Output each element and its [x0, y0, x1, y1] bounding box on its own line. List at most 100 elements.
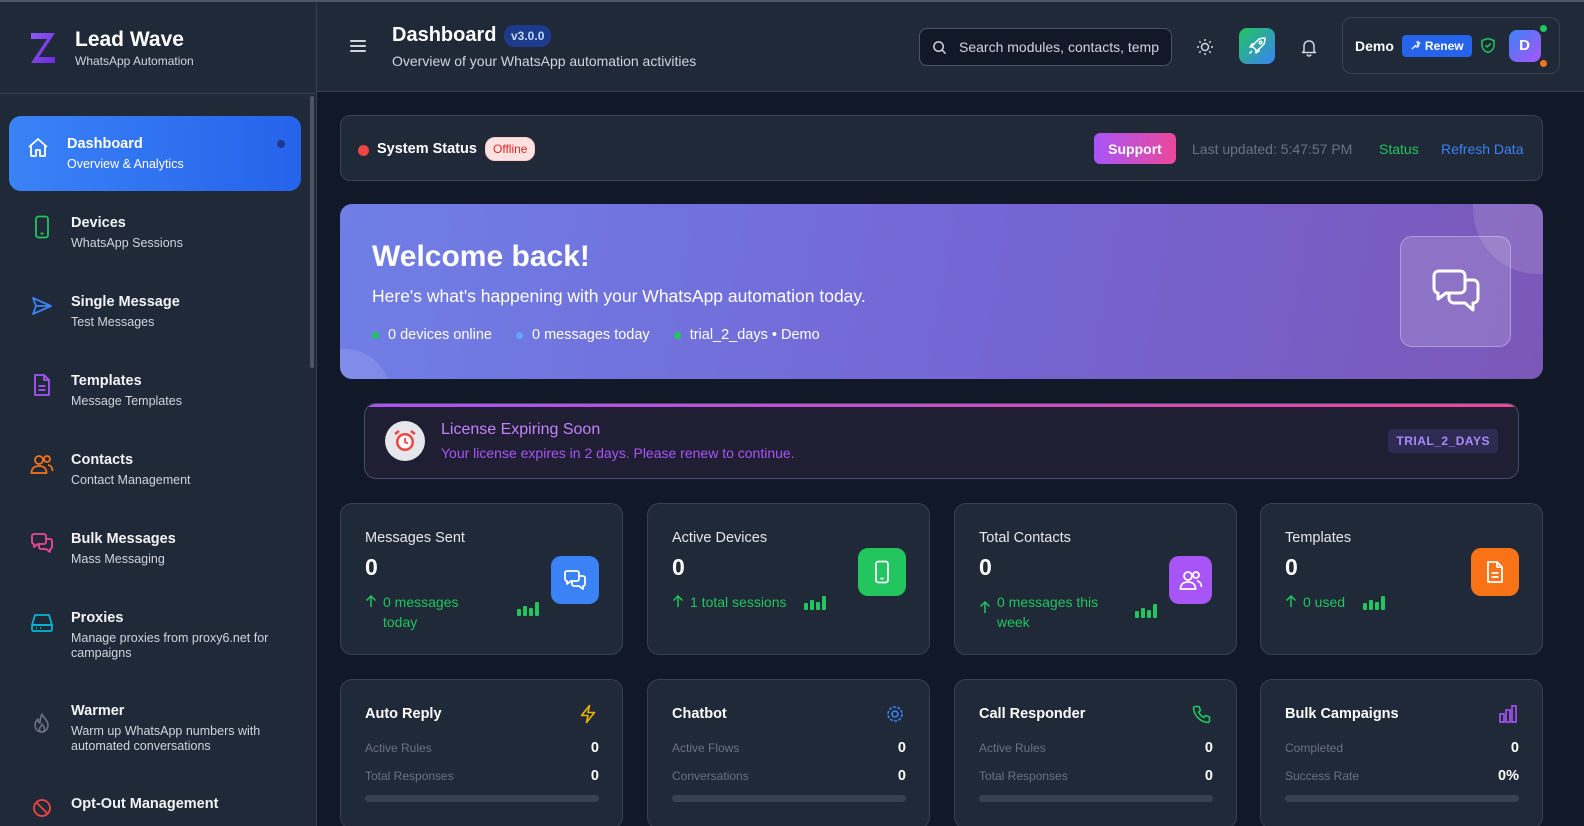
- alarm-clock-icon: [385, 421, 425, 461]
- sidebar-item-templates[interactable]: Templates Message Templates: [9, 372, 301, 409]
- module-row: Active Rules 0: [979, 740, 1213, 756]
- sidebar: Lead Wave WhatsApp Automation Dashboard …: [0, 2, 317, 826]
- module-row-value: 0: [897, 740, 906, 756]
- renew-button[interactable]: Renew: [1401, 34, 1472, 57]
- module-row-value: 0%: [1498, 768, 1519, 784]
- lead-wave-logo-icon: [31, 32, 55, 63]
- bar-chart-icon: [517, 602, 539, 616]
- module-row-label: Active Rules: [979, 741, 1046, 755]
- page-title: Dashboard: [392, 24, 497, 46]
- module-card-call-responder[interactable]: Call Responder Active Rules 0 Total Respo…: [954, 679, 1237, 826]
- theme-toggle-button[interactable]: [1195, 37, 1215, 57]
- module-card-auto-reply[interactable]: Auto Reply Active Rules 0 Total Responses…: [340, 679, 623, 826]
- stat-dot: [516, 331, 523, 339]
- search-input[interactable]: [959, 39, 1159, 55]
- sidebar-item-opt-out-management[interactable]: Opt-Out Management: [9, 795, 301, 821]
- stat-text: trial_2_days • Demo: [689, 327, 820, 343]
- server-icon: [29, 609, 55, 635]
- module-progress-bar: [1285, 795, 1519, 802]
- sidebar-item-bulk-messages[interactable]: Bulk Messages Mass Messaging: [9, 530, 301, 567]
- stat-trend-text: 1 total sessions: [690, 594, 787, 610]
- support-button[interactable]: Support: [1094, 133, 1176, 164]
- active-indicator: [277, 140, 285, 148]
- sidebar-item-dashboard[interactable]: Dashboard Overview & Analytics: [9, 116, 301, 191]
- search-icon: [933, 40, 947, 54]
- chat-icon: [551, 556, 599, 604]
- online-indicator: [1539, 24, 1547, 32]
- brand[interactable]: Lead Wave WhatsApp Automation: [0, 2, 316, 94]
- users-icon: [1169, 556, 1212, 604]
- module-card-bulk-campaigns[interactable]: Bulk Campaigns Completed 0 Success Rate 0%: [1260, 679, 1543, 826]
- sidebar-item-single-message[interactable]: Single Message Test Messages: [9, 293, 301, 330]
- user-name: Demo: [1355, 37, 1394, 54]
- module-row: Success Rate 0%: [1285, 768, 1519, 784]
- flame-icon: [29, 710, 55, 736]
- stat-card-active-devices[interactable]: Active Devices 0 1 total sessions: [647, 503, 930, 655]
- sidebar-item-devices[interactable]: Devices WhatsApp Sessions: [9, 214, 301, 251]
- sidebar-scrollbar[interactable]: [310, 96, 314, 368]
- notifications-button[interactable]: [1299, 37, 1319, 57]
- arrow-up-icon: [979, 600, 991, 613]
- avatar-initial: D: [1519, 37, 1531, 54]
- module-title: Chatbot: [672, 706, 727, 722]
- module-row: Conversations 0: [672, 768, 906, 784]
- quick-launch-button[interactable]: [1239, 28, 1275, 64]
- phone-icon: [29, 214, 55, 240]
- home-icon: [25, 135, 51, 161]
- module-title: Bulk Campaigns: [1285, 706, 1399, 722]
- module-progress-bar: [672, 795, 906, 802]
- sidebar-item-label: Dashboard: [67, 136, 143, 152]
- module-row: Total Responses 0: [365, 768, 599, 784]
- refresh-data-link[interactable]: Refresh Data: [1441, 141, 1523, 157]
- module-row: Active Flows 0: [672, 740, 906, 756]
- sidebar-item-warmer[interactable]: Warmer Warm up WhatsApp numbers with aut…: [9, 702, 301, 754]
- sidebar-item-label: Devices: [71, 215, 126, 231]
- send-icon: [29, 293, 55, 319]
- module-progress-bar: [365, 795, 599, 802]
- module-row: Total Responses 0: [979, 768, 1213, 784]
- chat-icon: [29, 530, 55, 556]
- welcome-title: Welcome back!: [372, 240, 590, 273]
- module-row-label: Success Rate: [1285, 769, 1360, 783]
- arrow-up-icon: [672, 594, 684, 607]
- bar-chart-icon: [1363, 596, 1385, 610]
- stat-label: Messages Sent: [365, 530, 465, 546]
- stat-card-total-contacts[interactable]: Total Contacts 0 0 messages this week: [954, 503, 1237, 655]
- module-row: Active Rules 0: [365, 740, 599, 756]
- stat-label: Total Contacts: [979, 530, 1071, 546]
- sidebar-item-proxies[interactable]: Proxies Manage proxies from proxy6.net f…: [9, 609, 301, 661]
- file-icon: [1471, 548, 1519, 596]
- renew-label: Renew: [1424, 38, 1464, 53]
- welcome-stat: 0 devices online: [372, 327, 492, 343]
- stat-trend: 0 used: [1285, 592, 1345, 612]
- decorative-circle: [340, 349, 390, 379]
- module-card-chatbot[interactable]: Chatbot Active Flows 0 Conversations 0: [647, 679, 930, 826]
- sidebar-item-sub: Warm up WhatsApp numbers with automated …: [71, 724, 261, 753]
- module-row-value: 0: [1204, 768, 1213, 784]
- sidebar-item-sub: Contact Management: [71, 473, 191, 487]
- file-icon: [29, 372, 55, 398]
- stat-card-templates[interactable]: Templates 0 0 used: [1260, 503, 1543, 655]
- status-link[interactable]: Status: [1379, 141, 1419, 157]
- stat-trend-text: 0 messages this week: [997, 594, 1099, 630]
- sidebar-item-sub: Message Templates: [71, 394, 182, 408]
- license-plan-badge: TRIAL_2_DAYS: [1388, 429, 1498, 453]
- arrow-up-icon: [1285, 594, 1297, 607]
- brand-subtitle: WhatsApp Automation: [75, 53, 194, 68]
- sidebar-item-contacts[interactable]: Contacts Contact Management: [9, 451, 301, 488]
- user-menu[interactable]: Demo Renew D: [1342, 17, 1560, 74]
- menu-toggle-icon[interactable]: [350, 40, 366, 52]
- module-row-value: 0: [590, 740, 599, 756]
- sidebar-item-sub: Mass Messaging: [71, 552, 165, 566]
- page-subtitle: Overview of your WhatsApp automation act…: [392, 53, 697, 69]
- users-icon: [29, 451, 55, 477]
- avatar[interactable]: D: [1508, 24, 1547, 67]
- search-box[interactable]: [919, 28, 1172, 66]
- last-updated: Last updated: 5:47:57 PM: [1192, 141, 1353, 157]
- wrench-icon: [1411, 41, 1421, 50]
- accent-line: [365, 404, 1518, 407]
- stat-card-messages-sent[interactable]: Messages Sent 0 0 messages today: [340, 503, 623, 655]
- stat-value: 0: [1285, 554, 1298, 580]
- rocket-icon: [1248, 37, 1266, 55]
- stat-value: 0: [979, 554, 992, 580]
